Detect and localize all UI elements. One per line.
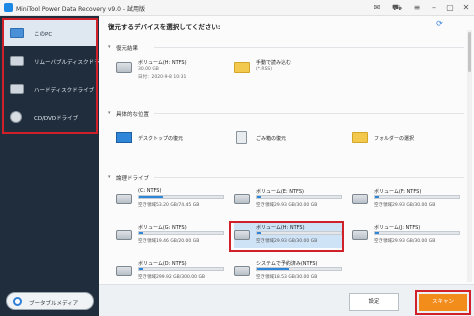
- footer: 設定 スキャン: [99, 284, 474, 316]
- volume-tile[interactable]: システムで予約済み(NTFS) 空き領域18.53 GB/30.00 GB: [234, 258, 344, 284]
- hard-disk-icon: [116, 194, 132, 204]
- window-title: MiniTool Power Data Recovery v9.0 - 試用版: [16, 6, 145, 13]
- volume-name: ボリューム(F: NTFS): [374, 189, 422, 195]
- folder-icon: [352, 132, 368, 143]
- hard-disk-icon: [352, 230, 368, 240]
- tile-sub: (*.RSS): [256, 67, 273, 72]
- volume-tile[interactable]: ボリューム(E: NTFS) 空き領域29.93 GB/30.00 GB: [234, 186, 344, 212]
- refresh-icon[interactable]: ⟳: [435, 19, 444, 28]
- section-title: 論理ドライブ: [116, 176, 150, 182]
- recycle-bin-tile[interactable]: ごみ箱の復元: [234, 126, 344, 152]
- bootable-media-button[interactable]: ブータブルメディア: [6, 292, 94, 310]
- usage-bar-fill: [139, 268, 144, 270]
- tile-name: 手動で読み込む: [256, 60, 292, 66]
- scrollbar-thumb[interactable]: [468, 32, 471, 72]
- volume-name: ボリューム(G: NTFS): [138, 225, 187, 231]
- tile-name: デスクトップの復元: [138, 136, 184, 142]
- desktop-restore-tile[interactable]: デスクトップの復元: [116, 126, 226, 152]
- usage-bar: [374, 231, 460, 235]
- hard-disk-icon: [352, 194, 368, 204]
- highlight-frame: [2, 18, 98, 134]
- bootable-media-icon: [13, 297, 22, 306]
- tile-name: ごみ箱の復元: [256, 136, 287, 142]
- usage-bar: [138, 231, 224, 235]
- divider: [154, 113, 464, 114]
- hard-disk-icon: [116, 266, 132, 276]
- volume-space: 空き領域18.53 GB/30.00 GB: [256, 275, 318, 280]
- tile-name: フォルダーの選択: [374, 136, 415, 142]
- scan-button[interactable]: スキャン: [419, 294, 467, 311]
- usage-bar-fill: [139, 232, 144, 234]
- hard-disk-icon: [116, 62, 132, 73]
- cart-icon[interactable]: ⛟: [391, 2, 403, 14]
- volume-tile[interactable]: ボリューム(D: NTFS) 空き領域299.92 GB/300.00 GB: [116, 258, 226, 284]
- volume-space: 空き領域29.93 GB/30.00 GB: [374, 239, 436, 244]
- usage-bar-fill: [257, 268, 289, 270]
- usage-bar-fill: [139, 196, 164, 198]
- volume-name: ボリューム(D: NTFS): [138, 261, 187, 267]
- select-folder-tile[interactable]: フォルダーの選択: [352, 126, 462, 152]
- usage-bar: [256, 267, 342, 271]
- volume-name: (C: NTFS): [138, 188, 162, 194]
- usage-bar-fill: [257, 196, 262, 198]
- settings-button[interactable]: 設定: [349, 293, 399, 311]
- tile-date: 日付：2020-9-8 10:31: [138, 75, 187, 80]
- sidebar: このPC リムーバブルディスクドライブ ハードディスクドライブ CD/DVDドラ…: [0, 16, 111, 316]
- title-bar: MiniTool Power Data Recovery v9.0 - 試用版 …: [0, 0, 474, 16]
- volume-space: 空き領域29.93 GB/30.00 GB: [374, 203, 436, 208]
- section-recovery-results: ▾ 復元結果 ボリューム(H: NTFS) 30.00 GB 日付：2020-9…: [108, 44, 468, 104]
- highlight-frame: [229, 221, 344, 252]
- tile-name: ボリューム(H: NTFS): [138, 60, 187, 66]
- recent-volume-tile[interactable]: ボリューム(H: NTFS) 30.00 GB 日付：2020-9-8 10:3…: [116, 56, 226, 82]
- volume-name: システムで予約済み(NTFS): [256, 261, 318, 267]
- mail-icon[interactable]: ✉: [371, 2, 383, 14]
- collapse-icon[interactable]: ▾: [108, 110, 114, 116]
- trash-icon: [236, 131, 247, 144]
- minimize-icon[interactable]: –: [428, 2, 440, 14]
- page-title: 復元するデバイスを選択してください:: [108, 23, 221, 31]
- tile-size: 30.00 GB: [138, 67, 159, 72]
- app-logo-icon: [4, 3, 13, 12]
- volume-space: 空き領域299.92 GB/300.00 GB: [138, 275, 206, 280]
- hard-disk-icon: [116, 230, 132, 240]
- section-title: 具体的な位置: [116, 112, 150, 118]
- usage-bar: [138, 267, 224, 271]
- usage-bar: [256, 195, 342, 199]
- folder-icon: [234, 62, 250, 73]
- usage-bar: [374, 195, 460, 199]
- hard-disk-icon: [234, 194, 250, 204]
- usage-bar-fill: [375, 232, 380, 234]
- volume-name: ボリューム(J: NTFS): [374, 225, 421, 231]
- collapse-icon[interactable]: ▾: [108, 174, 114, 180]
- scrollbar[interactable]: [467, 30, 472, 282]
- manual-load-tile[interactable]: 手動で読み込む (*.RSS): [234, 56, 344, 82]
- volume-tile[interactable]: ボリューム(G: NTFS) 空き領域19.46 GB/20.00 GB: [116, 222, 226, 248]
- menu-icon[interactable]: ≡: [411, 2, 423, 14]
- usage-bar-fill: [375, 196, 380, 198]
- bootable-media-label: ブータブルメディア: [29, 301, 79, 307]
- volume-name: ボリューム(E: NTFS): [256, 189, 304, 195]
- desktop-icon: [116, 132, 132, 143]
- volume-space: 空き領域19.46 GB/20.00 GB: [138, 239, 200, 244]
- collapse-icon[interactable]: ▾: [108, 44, 114, 50]
- volume-space: 空き領域29.93 GB/30.00 GB: [256, 203, 318, 208]
- volume-tile[interactable]: (C: NTFS) 空き領域53.20 GB/74.45 GB: [116, 186, 226, 212]
- usage-bar: [138, 195, 224, 199]
- close-icon[interactable]: ✕: [460, 2, 472, 14]
- volume-tile[interactable]: ボリューム(F: NTFS) 空き領域29.93 GB/30.00 GB: [352, 186, 462, 212]
- volume-space: 空き領域53.20 GB/74.45 GB: [138, 203, 200, 208]
- divider: [154, 177, 464, 178]
- section-specific-locations: ▾ 具体的な位置 デスクトップの復元 ごみ箱の復元 フォルダーの選択: [108, 110, 468, 160]
- maximize-icon[interactable]: ▢: [444, 2, 456, 14]
- volume-tile[interactable]: ボリューム(J: NTFS) 空き領域29.93 GB/30.00 GB: [352, 222, 462, 248]
- divider: [154, 47, 464, 48]
- section-title: 復元結果: [116, 46, 139, 52]
- hard-disk-icon: [234, 266, 250, 276]
